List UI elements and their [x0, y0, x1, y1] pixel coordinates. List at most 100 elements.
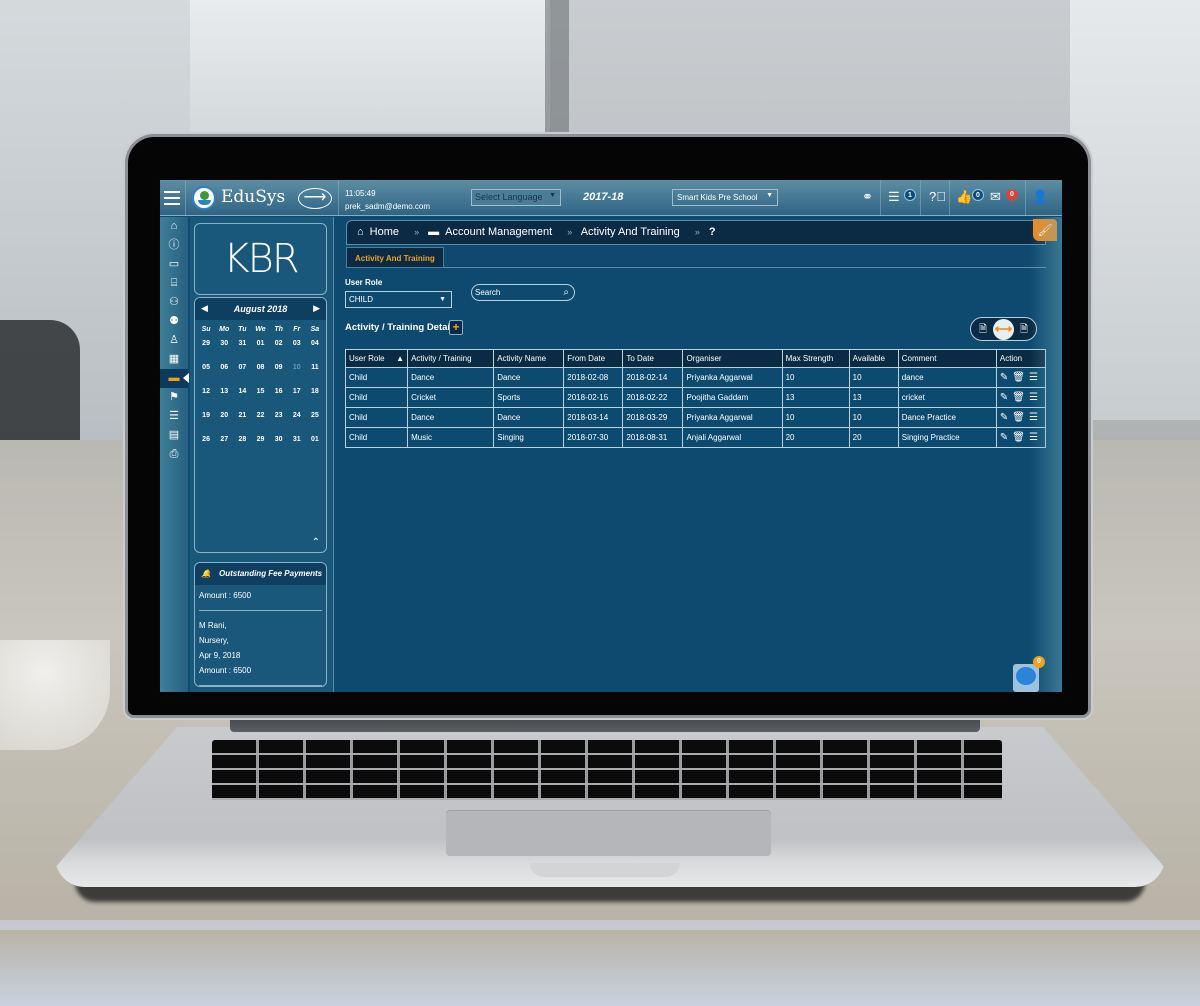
- rail-add-user-icon[interactable]: ⚇: [160, 293, 188, 312]
- calendar-day[interactable]: 04: [306, 338, 324, 362]
- breadcrumb-home[interactable]: Home: [370, 226, 399, 238]
- calendar-prev-icon[interactable]: ◀: [201, 303, 208, 314]
- calendar-day[interactable]: 10: [288, 362, 306, 386]
- calendar-day[interactable]: 01: [251, 338, 269, 362]
- table-row[interactable]: Child Cricket Sports 2018-02-15 2018-02-22 Po…: [344, 387, 1047, 408]
- calendar-day[interactable]: 01: [306, 434, 324, 458]
- language-select[interactable]: Select Language ▼: [471, 189, 561, 206]
- calendar-day[interactable]: 02: [270, 338, 288, 362]
- calendar-day[interactable]: 12: [197, 386, 215, 410]
- column-header[interactable]: User Role ▲: [344, 349, 409, 368]
- sort-ascending-icon[interactable]: ▲: [396, 354, 404, 363]
- edit-icon[interactable]: ✎: [1000, 392, 1008, 403]
- rail-institution-icon[interactable]: ⌸: [160, 274, 188, 293]
- calendar-day[interactable]: 03: [288, 338, 306, 362]
- column-header[interactable]: Available: [848, 349, 899, 368]
- rail-home-icon[interactable]: ⌂: [160, 217, 188, 236]
- calendar-day[interactable]: 19: [197, 410, 215, 434]
- delete-icon[interactable]: 🗑: [1012, 432, 1025, 443]
- calendar-day[interactable]: 29: [197, 338, 215, 362]
- calendar-day[interactable]: 29: [251, 434, 269, 458]
- calendar-day[interactable]: 17: [288, 386, 306, 410]
- rail-calculator-icon[interactable]: ▦: [160, 350, 188, 369]
- user-role-select[interactable]: CHILD ▼: [345, 291, 452, 308]
- search-icon[interactable]: ⌕: [563, 285, 569, 300]
- envelope-icon[interactable]: ✉: [990, 189, 1001, 205]
- list-icon[interactable]: ☰: [888, 189, 900, 205]
- column-header[interactable]: Organiser: [682, 349, 783, 368]
- calendar-day[interactable]: 13: [215, 386, 233, 410]
- column-header[interactable]: Activity Name: [493, 349, 565, 368]
- column-header[interactable]: Max Strength: [781, 349, 850, 368]
- chevron-up-icon[interactable]: ⌃: [312, 537, 320, 548]
- add-activity-button[interactable]: +: [449, 320, 463, 335]
- rail-document-icon[interactable]: ▤: [160, 426, 188, 445]
- calendar-day[interactable]: 15: [251, 386, 269, 410]
- details-list-icon[interactable]: ☰: [1029, 372, 1038, 383]
- expand-horizontal-icon[interactable]: ⟷: [993, 319, 1014, 340]
- table-row[interactable]: Child Music Singing 2018-07-30 2018-08-31 Anj…: [344, 427, 1047, 448]
- column-header[interactable]: Activity / Training: [407, 349, 495, 368]
- calendar-day[interactable]: 25: [306, 410, 324, 434]
- brush-icon[interactable]: 🖌: [1033, 219, 1057, 241]
- calendar-day[interactable]: 20: [215, 410, 233, 434]
- column-header[interactable]: From Date: [563, 349, 624, 368]
- calendar-day[interactable]: 30: [270, 434, 288, 458]
- delete-icon[interactable]: 🗑: [1012, 372, 1025, 383]
- excel-export-icon[interactable]: 🗎: [979, 322, 987, 339]
- calendar-day[interactable]: 06: [215, 362, 233, 386]
- calendar-day[interactable]: 28: [233, 434, 251, 458]
- rail-info-icon[interactable]: ⓘ: [160, 236, 188, 255]
- rail-list-icon[interactable]: ☰: [160, 407, 188, 426]
- calendar-day[interactable]: 16: [270, 386, 288, 410]
- calendar-day[interactable]: 24: [288, 410, 306, 434]
- calendar-day[interactable]: 11: [306, 362, 324, 386]
- edit-icon[interactable]: ✎: [1000, 372, 1008, 383]
- table-row[interactable]: Child Dance Dance 2018-02-08 2018-02-14 Priya…: [344, 367, 1047, 388]
- user-icon[interactable]: 👤: [1032, 189, 1048, 205]
- rail-monitor-icon[interactable]: ▭: [160, 255, 188, 274]
- calendar-day[interactable]: 21: [233, 410, 251, 434]
- rail-group-icon[interactable]: ⚉: [160, 312, 188, 331]
- calendar-day[interactable]: 30: [215, 338, 233, 362]
- calendar-day[interactable]: 08: [251, 362, 269, 386]
- edit-icon[interactable]: ✎: [1000, 412, 1008, 423]
- column-header[interactable]: Comment: [897, 349, 997, 368]
- search-input[interactable]: Search ⌕: [471, 284, 575, 301]
- rail-print-icon[interactable]: ⎙: [160, 445, 188, 464]
- rail-card-icon[interactable]: ▬: [160, 369, 189, 388]
- thumbs-up-icon[interactable]: 👍: [956, 189, 972, 205]
- table-row[interactable]: Child Dance Dance 2018-03-14 2018-03-29 Priya…: [344, 407, 1047, 428]
- hamburger-icon[interactable]: [164, 191, 180, 205]
- calendar-day[interactable]: 07: [233, 362, 251, 386]
- calendar-day[interactable]: 27: [215, 434, 233, 458]
- calendar-day[interactable]: 09: [270, 362, 288, 386]
- calendar-day[interactable]: 14: [233, 386, 251, 410]
- breadcrumb-page[interactable]: Activity And Training: [581, 226, 680, 238]
- column-header[interactable]: Action: [995, 349, 1047, 368]
- delete-icon[interactable]: 🗑: [1012, 392, 1025, 403]
- school-select[interactable]: Smart Kids Pre School ▼: [672, 189, 778, 206]
- link-icon[interactable]: ⚭: [862, 189, 873, 205]
- calendar-day[interactable]: 18: [306, 386, 324, 410]
- calendar-day[interactable]: 05: [197, 362, 215, 386]
- edit-icon[interactable]: ✎: [1000, 432, 1008, 443]
- details-list-icon[interactable]: ☰: [1029, 412, 1038, 423]
- breadcrumb-section[interactable]: Account Management: [445, 226, 552, 238]
- tab-activity-and-training[interactable]: Activity And Training: [346, 247, 444, 268]
- details-list-icon[interactable]: ☰: [1029, 392, 1038, 403]
- details-list-icon[interactable]: ☰: [1029, 432, 1038, 443]
- calendar-day[interactable]: 31: [288, 434, 306, 458]
- calendar-day[interactable]: 23: [270, 410, 288, 434]
- arrow-right-icon[interactable]: ⟶: [298, 188, 332, 209]
- chat-icon[interactable]: [1013, 664, 1039, 692]
- rail-person-icon[interactable]: ♙: [160, 331, 188, 350]
- calendar-day[interactable]: 22: [251, 410, 269, 434]
- calendar-day[interactable]: 31: [233, 338, 251, 362]
- rail-flag-icon[interactable]: ⚑: [160, 388, 188, 407]
- column-header[interactable]: To Date: [622, 349, 684, 368]
- delete-icon[interactable]: 🗑: [1012, 412, 1025, 423]
- question-icon[interactable]: ?⃝: [929, 189, 946, 205]
- breadcrumb-help[interactable]: ?: [709, 226, 716, 238]
- pdf-export-icon[interactable]: 🗎: [1020, 322, 1028, 339]
